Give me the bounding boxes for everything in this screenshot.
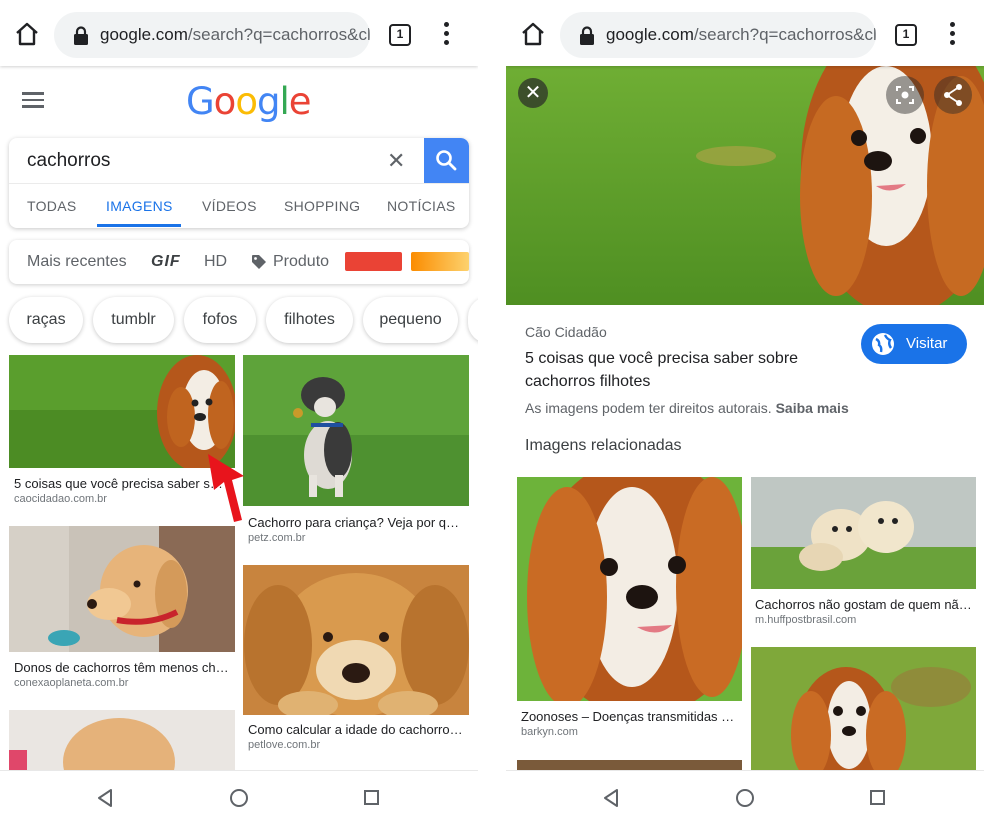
search-icon [436,150,457,171]
left-screen: google.com/search?q=cachorros&client 1 G… [0,0,478,824]
search-button[interactable] [424,138,469,183]
search-input[interactable]: cachorros [27,150,110,172]
color-filter-orange[interactable] [411,252,469,271]
divider-gap [478,0,506,824]
url-text: google.com/search?q=cachorros&client [100,25,370,44]
result-title[interactable]: Como calcular a idade do cachorro - Petl… [248,722,464,737]
browser-toolbar: google.com/search?q=cachorros&client 1 [0,0,478,66]
result-source: conexaoplaneta.com.br [14,677,129,689]
chip-racas[interactable]: raças [9,297,83,343]
chip-tumblr[interactable]: tumblr [93,297,174,343]
source-site-name: Cão Cidadão [525,324,607,340]
google-logo[interactable]: Google [186,80,311,123]
related-image-2[interactable] [751,477,976,589]
related-source: barkyn.com [521,726,578,738]
home-icon[interactable] [520,22,546,46]
filter-gif[interactable]: GIF [151,253,181,271]
tab-imagens[interactable]: IMAGENS [106,198,173,214]
result-image-2[interactable] [243,355,469,506]
chip-more[interactable] [468,297,478,343]
image-preview[interactable]: ✕ [506,66,984,305]
tab-shopping[interactable]: SHOPPING [284,198,360,214]
result-title[interactable]: 5 coisas que você precisa saber sobre ca… [525,347,845,393]
filter-hd[interactable]: HD [204,253,227,271]
result-image-3[interactable] [9,526,235,652]
address-bar[interactable]: google.com/search?q=cachorros&client [560,12,876,58]
tab-switcher-button[interactable]: 1 [389,24,411,46]
active-tab-indicator [97,224,181,227]
close-icon[interactable]: ✕ [518,78,548,108]
dog-photo [243,565,469,715]
tab-todas[interactable]: TODAS [27,198,76,214]
home-nav-icon[interactable] [230,789,248,807]
right-screen: google.com/search?q=cachorros&client 1 ✕… [506,0,984,824]
related-title[interactable]: Zoonoses – Doenças transmitidas e preven… [521,709,739,724]
lens-search-icon[interactable] [886,76,924,114]
browser-toolbar: google.com/search?q=cachorros&client 1 [506,0,984,66]
image-filter-bar: Mais recentes GIF HD Produto [9,240,469,284]
chip-pequeno[interactable]: pequeno [363,297,458,343]
result-image-4[interactable] [243,565,469,715]
recent-apps-icon[interactable] [364,790,379,805]
more-options-icon[interactable] [438,22,454,48]
dog-photo [9,526,235,652]
result-title[interactable]: Donos de cachorros têm menos chance de m… [14,660,230,675]
clear-icon[interactable]: ✕ [387,148,405,174]
copyright-notice: As imagens podem ter direitos autorais. … [525,400,849,416]
lock-icon [74,26,88,45]
related-image-3[interactable] [751,647,976,772]
globe-icon [872,333,894,355]
android-navigation-bar [0,770,478,824]
filter-recent[interactable]: Mais recentes [27,253,127,271]
related-image-1[interactable] [517,477,742,701]
dog-photo [751,477,976,589]
learn-more-link[interactable]: Saiba mais [776,400,849,416]
lock-icon [580,26,594,45]
chip-fofos[interactable]: fofos [184,297,256,343]
back-icon[interactable] [97,789,113,807]
related-images-heading: Imagens relacionadas [525,437,682,454]
hamburger-menu-icon[interactable] [22,92,44,108]
home-nav-icon[interactable] [736,789,754,807]
result-source: caocidadao.com.br [14,493,107,505]
url-text: google.com/search?q=cachorros&client [606,25,876,44]
home-icon[interactable] [14,22,40,46]
related-title[interactable]: Cachorros não gostam de quem não é legal [755,597,973,612]
back-icon[interactable] [603,789,619,807]
divider [9,183,469,184]
tab-videos[interactable]: VÍDEOS [202,198,257,214]
filter-product[interactable]: Produto [273,253,329,271]
color-filter-red[interactable] [345,252,402,271]
address-bar[interactable]: google.com/search?q=cachorros&client [54,12,370,58]
dog-photo [517,477,742,701]
visit-button[interactable]: Visitar [861,324,967,364]
tab-noticias[interactable]: NOTÍCIAS [387,198,456,214]
annotation-arrow-icon [208,454,244,522]
tag-icon [252,255,266,269]
related-source: m.huffpostbrasil.com [755,614,857,626]
search-box: cachorros ✕ TODAS IMAGENS VÍDEOS SHOPPIN… [9,138,469,228]
dog-photo [751,647,976,772]
android-navigation-bar [506,770,984,824]
result-source: petz.com.br [248,532,306,544]
recent-apps-icon[interactable] [870,790,885,805]
more-options-icon[interactable] [944,22,960,48]
share-icon[interactable] [934,76,972,114]
chip-filhotes[interactable]: filhotes [266,297,353,343]
dog-photo [243,355,469,506]
result-title[interactable]: Cachorro para criança? Veja por que cach… [248,515,464,530]
result-source: petlove.com.br [248,739,321,751]
tab-switcher-button[interactable]: 1 [895,24,917,46]
